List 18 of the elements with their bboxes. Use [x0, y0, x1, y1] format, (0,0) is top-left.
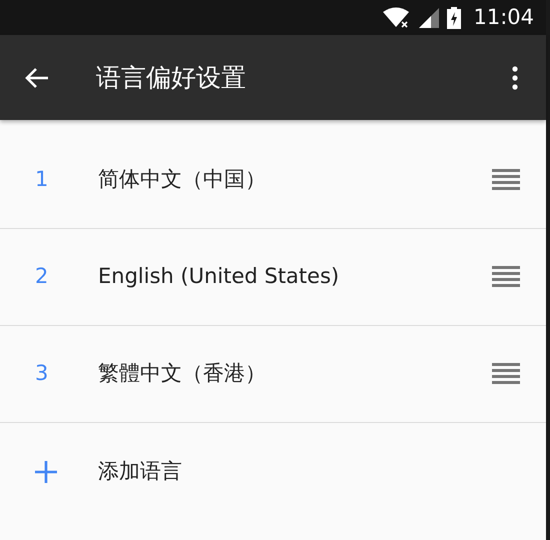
signal-icon — [419, 8, 440, 28]
status-time: 11:04 — [473, 4, 534, 31]
language-number: 2 — [35, 264, 48, 288]
language-name[interactable]: 繁體中文（香港） — [98, 358, 492, 390]
add-language-label[interactable]: 添加语言 — [98, 456, 546, 488]
add-icon[interactable] — [35, 461, 57, 483]
back-icon[interactable] — [24, 66, 50, 90]
wifi-icon — [383, 6, 412, 28]
language-name[interactable]: English (United States) — [98, 261, 492, 293]
language-number: 1 — [35, 167, 48, 192]
screen-title: 语言偏好设置 — [96, 62, 247, 94]
more-icon[interactable] — [512, 65, 518, 90]
drag-handle-icon[interactable] — [492, 363, 520, 385]
language-name[interactable]: 简体中文（中国） — [98, 164, 492, 196]
drag-handle-icon[interactable] — [492, 169, 520, 191]
language-number: 3 — [35, 361, 48, 386]
drag-handle-icon[interactable] — [492, 266, 520, 288]
battery-icon — [447, 6, 462, 28]
